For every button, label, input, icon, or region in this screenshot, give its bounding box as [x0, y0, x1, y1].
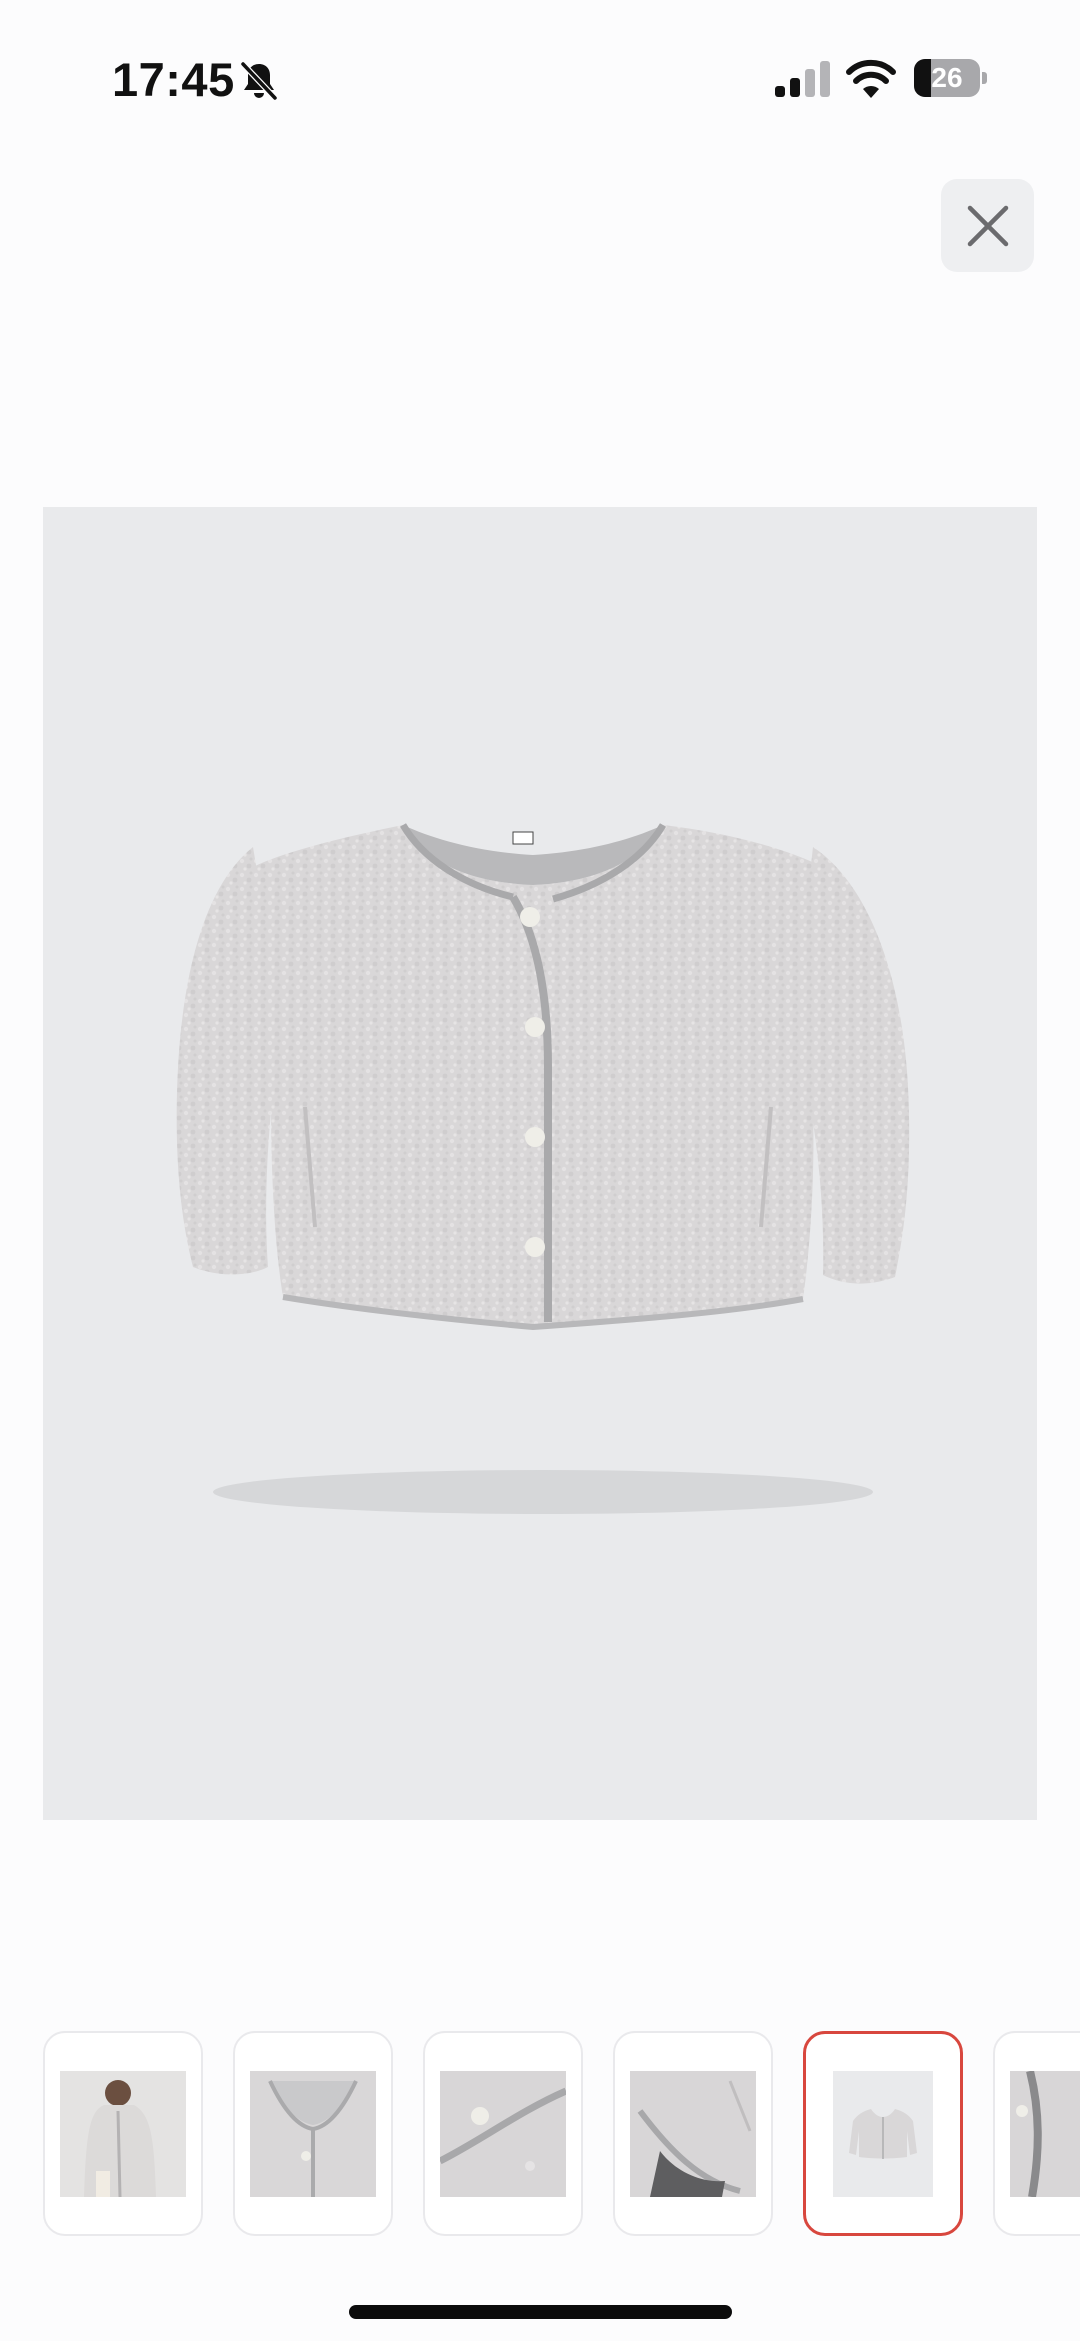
thumbnail-image [1010, 2070, 1080, 2197]
thumbnail-strip[interactable] [0, 2028, 1080, 2238]
home-indicator[interactable] [349, 2305, 732, 2319]
wifi-icon [846, 59, 896, 98]
status-bar: 17:45 26 [0, 0, 1080, 150]
thumbnail-image [440, 2070, 566, 2197]
thumbnail-image [250, 2070, 376, 2197]
thumbnail-image [833, 2070, 933, 2197]
thumbnail-button-detail[interactable] [423, 2031, 583, 2236]
cardigan-illustration [176, 823, 910, 1514]
main-product-image[interactable] [43, 507, 1037, 1820]
thumbnail-model[interactable] [43, 2031, 203, 2236]
close-button[interactable] [941, 179, 1034, 272]
battery-icon: 26 [914, 59, 987, 97]
thumbnail-sleeve-detail[interactable] [613, 2031, 773, 2236]
thumbnail-image [630, 2070, 756, 2197]
thumbnail-neckline[interactable] [233, 2031, 393, 2236]
thumbnail-flat-front[interactable] [803, 2031, 963, 2236]
thumbnail-image [60, 2070, 186, 2197]
signal-icon [775, 61, 830, 97]
close-icon [967, 205, 1008, 246]
status-time: 17:45 [112, 53, 235, 106]
battery-level: 26 [931, 62, 963, 93]
thumbnail-placket-detail[interactable] [993, 2031, 1080, 2236]
bell-slash-icon [240, 61, 278, 101]
